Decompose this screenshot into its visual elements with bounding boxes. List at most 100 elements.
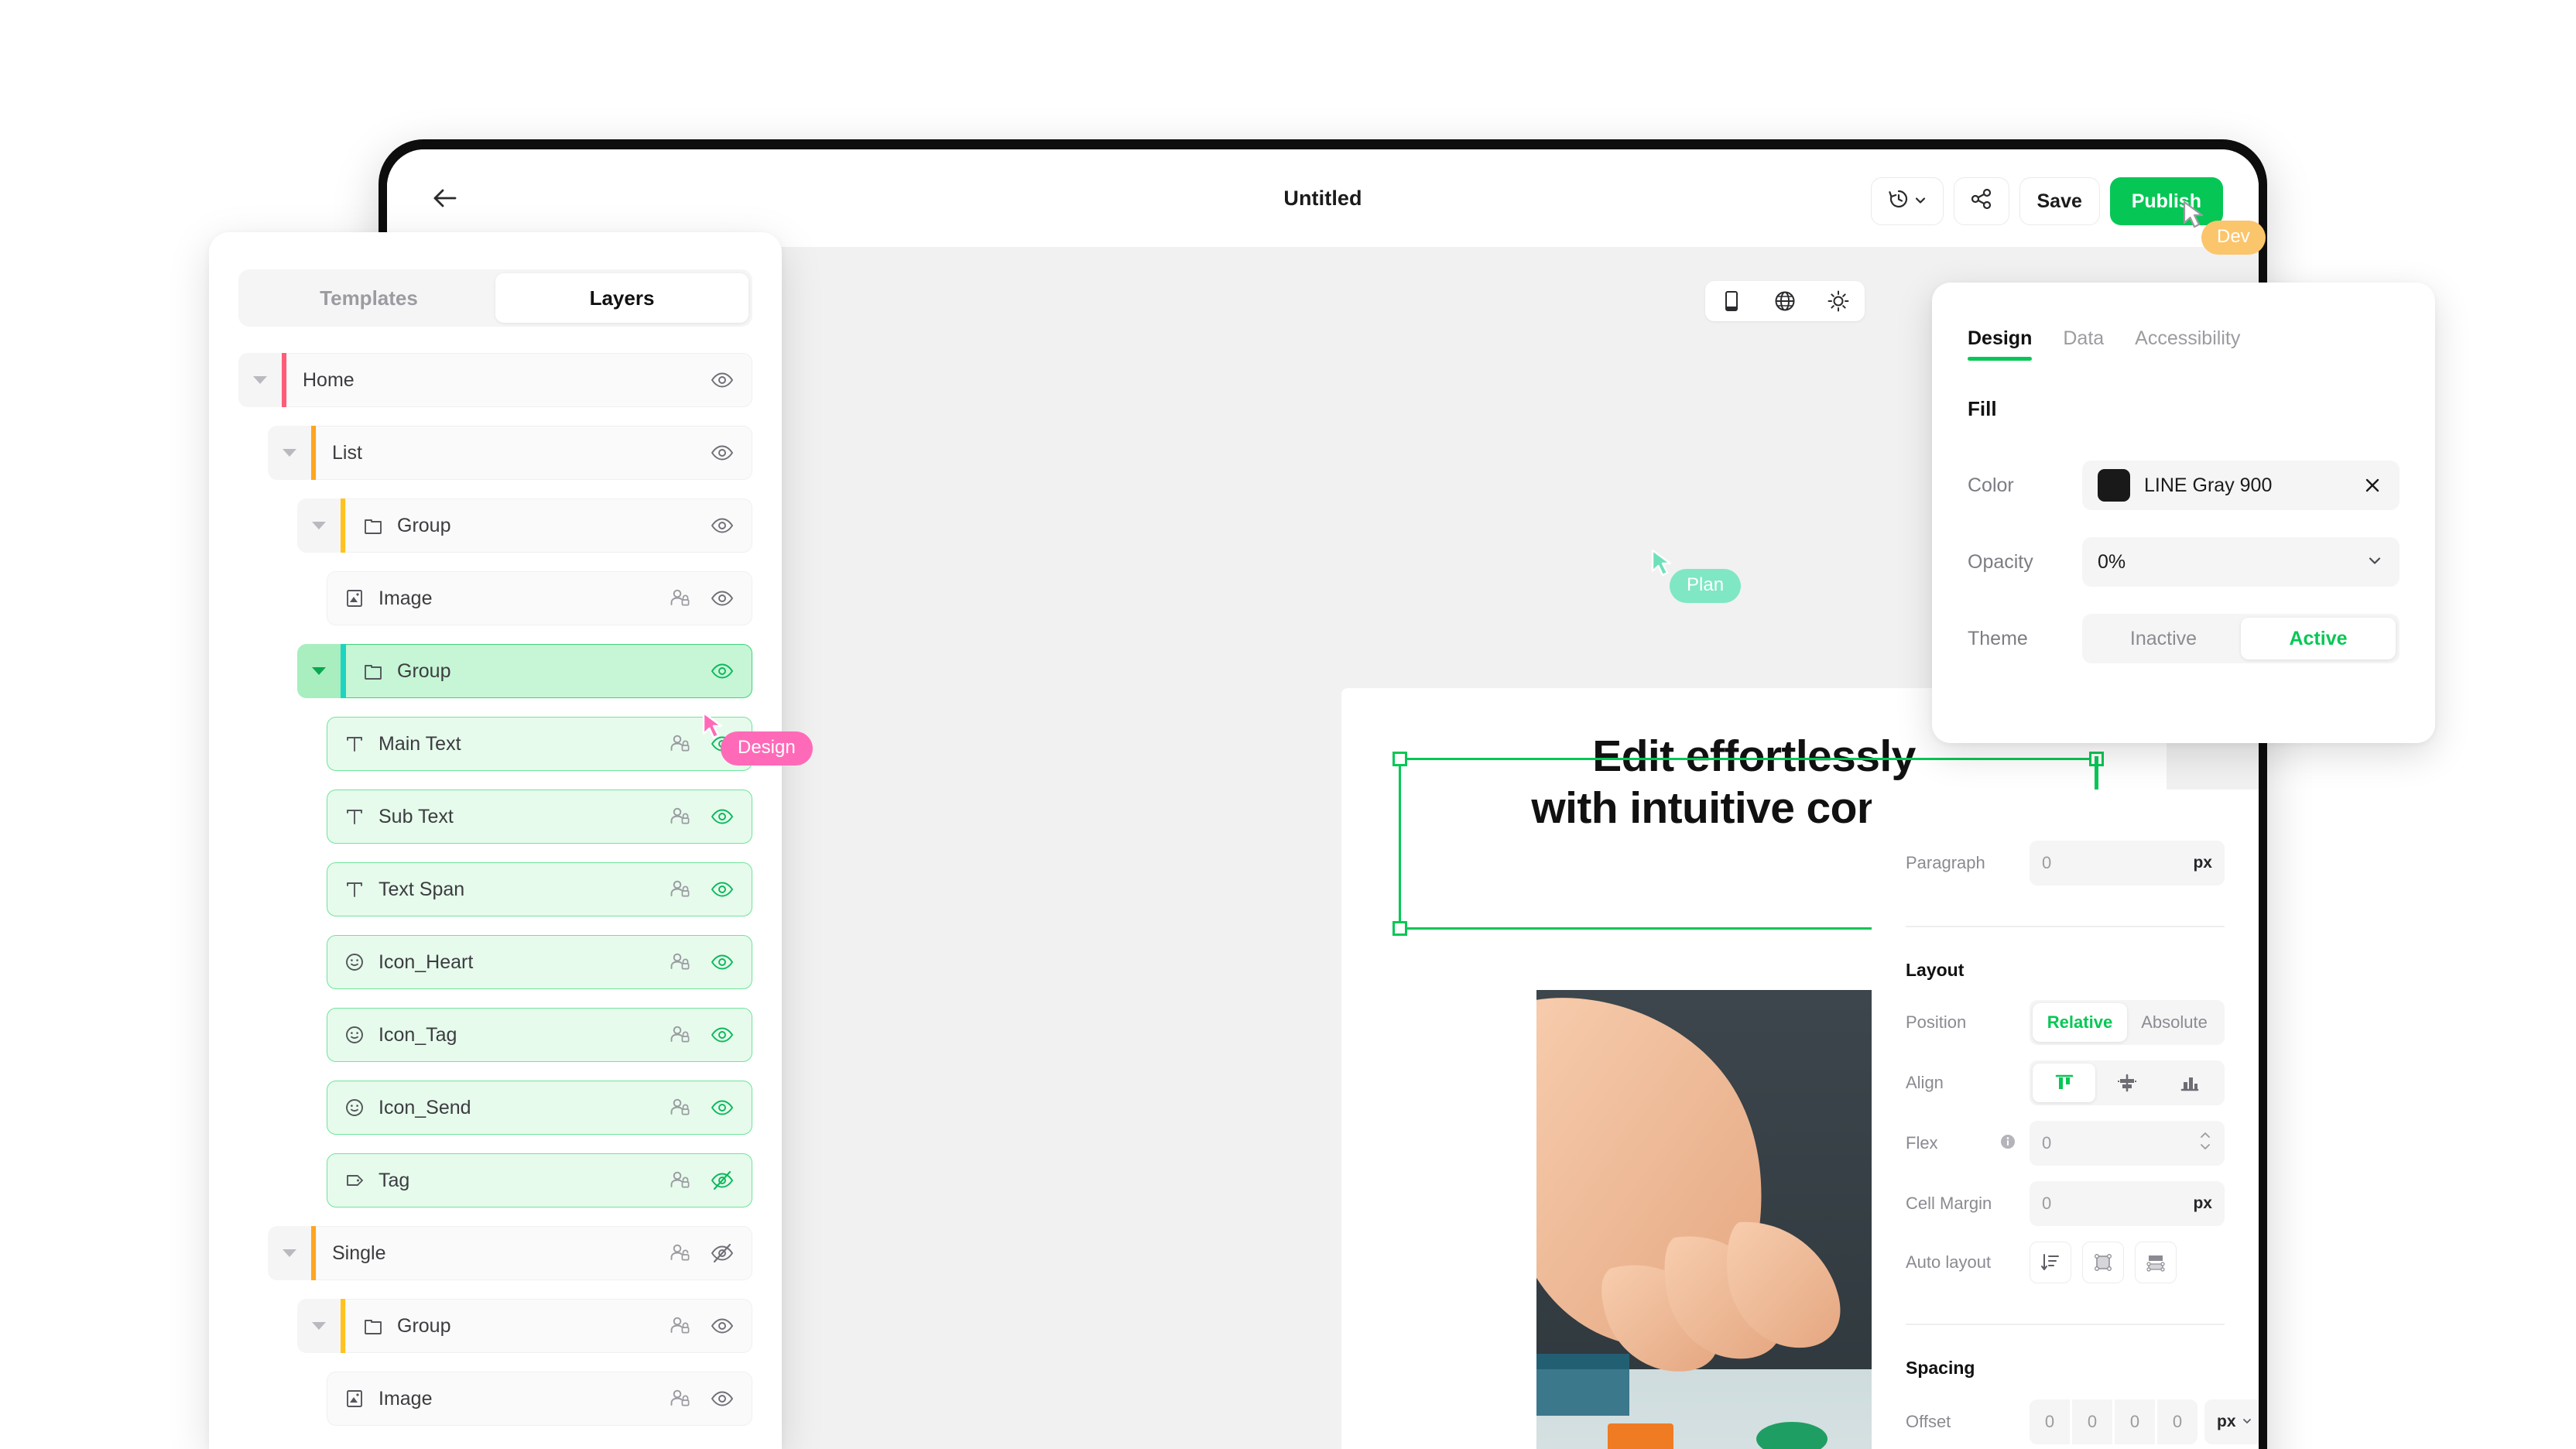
layer-row-list-1[interactable]: List: [268, 426, 752, 480]
save-button[interactable]: Save: [2019, 177, 2100, 225]
layer-row-body[interactable]: Icon_Send: [327, 1081, 752, 1135]
layer-row-sub-text-6[interactable]: Sub Text: [327, 790, 752, 844]
layer-disclosure-toggle[interactable]: [268, 426, 311, 480]
globe-icon[interactable]: [1769, 286, 1800, 317]
theme-option-inactive[interactable]: Inactive: [2086, 618, 2241, 659]
layer-row-body[interactable]: Icon_Heart: [327, 935, 752, 989]
cell-margin-field[interactable]: 0 px: [2030, 1181, 2225, 1226]
eye-icon[interactable]: [710, 586, 735, 611]
position-option-absolute[interactable]: Absolute: [2127, 1003, 2221, 1042]
user-lock-icon[interactable]: [670, 1095, 694, 1120]
layer-row-body[interactable]: Group: [345, 644, 752, 698]
list-flow-icon[interactable]: [2030, 1242, 2071, 1283]
eye-icon[interactable]: [710, 513, 735, 538]
tab-design[interactable]: Design: [1968, 327, 2033, 361]
eye-icon[interactable]: [710, 440, 735, 465]
flex-field[interactable]: 0: [2030, 1121, 2225, 1166]
layer-row-icon-send-10[interactable]: Icon_Send: [327, 1081, 752, 1135]
layer-disclosure-toggle[interactable]: [297, 498, 341, 553]
user-lock-icon[interactable]: [670, 877, 694, 902]
layer-row-body[interactable]: Single: [316, 1226, 752, 1280]
layer-row-tag-11[interactable]: Tag: [327, 1153, 752, 1208]
layer-row-image-14[interactable]: Image: [327, 1372, 752, 1426]
eye-icon[interactable]: [710, 950, 735, 975]
layer-row-body[interactable]: Group: [345, 1299, 752, 1353]
layer-row-body[interactable]: Group: [345, 498, 752, 553]
user-lock-icon[interactable]: [670, 1168, 694, 1193]
eye-off-icon[interactable]: [710, 1168, 735, 1193]
hug-contents-icon[interactable]: [2082, 1242, 2124, 1283]
layer-row-main-text-5[interactable]: Main Text: [327, 717, 752, 771]
history-button[interactable]: [1870, 177, 1944, 225]
design-properties-panel: Design Data Accessibility Fill Color LIN…: [1932, 283, 2435, 743]
layer-row-image-3[interactable]: Image: [327, 571, 752, 625]
layer-row-body[interactable]: Text Span: [327, 862, 752, 916]
opacity-field[interactable]: 0%: [2082, 537, 2400, 587]
sun-icon[interactable]: [1823, 286, 1854, 317]
user-lock-icon[interactable]: [670, 586, 694, 611]
user-lock-icon[interactable]: [670, 1314, 694, 1338]
stepper-icon[interactable]: [2198, 1127, 2212, 1160]
align-bottom-icon[interactable]: [2159, 1064, 2221, 1102]
position-option-relative[interactable]: Relative: [2033, 1003, 2127, 1042]
layer-row-body[interactable]: Home: [286, 353, 752, 407]
eye-icon[interactable]: [710, 1314, 735, 1338]
eye-icon[interactable]: [710, 877, 735, 902]
eye-icon[interactable]: [710, 659, 735, 683]
user-lock-icon[interactable]: [670, 1386, 694, 1411]
layer-row-body[interactable]: Image: [327, 1372, 752, 1426]
user-lock-icon[interactable]: [670, 804, 694, 829]
layer-row-body[interactable]: Sub Text: [327, 790, 752, 844]
layer-row-text-span-7[interactable]: Text Span: [327, 862, 752, 916]
align-top-icon[interactable]: [2033, 1064, 2096, 1102]
eye-icon[interactable]: [710, 368, 735, 392]
offset-unit-select[interactable]: px: [2204, 1399, 2259, 1444]
layer-row-body[interactable]: Main Text: [327, 717, 752, 771]
mobile-device-icon[interactable]: [1716, 286, 1747, 317]
tab-layers[interactable]: Layers: [495, 273, 748, 323]
eye-icon[interactable]: [710, 1023, 735, 1047]
layer-row-group-4[interactable]: Group: [297, 644, 752, 698]
layer-disclosure-toggle[interactable]: [268, 1226, 311, 1280]
offset-bottom-input[interactable]: 0: [2072, 1399, 2112, 1444]
view-mode-toolbar[interactable]: [1705, 281, 1865, 321]
layer-disclosure-toggle[interactable]: [297, 644, 341, 698]
eye-off-icon[interactable]: [710, 1241, 735, 1266]
layer-row-body[interactable]: Icon_Tag: [327, 1008, 752, 1062]
layer-row-single-12[interactable]: Single: [268, 1226, 752, 1280]
layer-row-body[interactable]: Image: [327, 571, 752, 625]
info-icon[interactable]: [1999, 1132, 2030, 1155]
layer-row-body[interactable]: List: [316, 426, 752, 480]
layer-row-body[interactable]: Tag: [327, 1153, 752, 1208]
auto-layout-row: Auto layout: [1906, 1242, 2225, 1283]
fill-container-icon[interactable]: [2135, 1242, 2177, 1283]
offset-top-input[interactable]: 0: [2030, 1399, 2070, 1444]
layer-row-group-13[interactable]: Group: [297, 1299, 752, 1353]
eye-icon[interactable]: [710, 1386, 735, 1411]
chevron-down-icon[interactable]: [2365, 551, 2384, 574]
share-button[interactable]: [1953, 177, 2009, 225]
user-lock-icon[interactable]: [670, 1241, 694, 1266]
user-lock-icon[interactable]: [670, 1023, 694, 1047]
layer-row-icon-tag-9[interactable]: Icon_Tag: [327, 1008, 752, 1062]
layer-disclosure-toggle[interactable]: [238, 353, 282, 407]
eye-icon[interactable]: [710, 1095, 735, 1120]
eye-icon[interactable]: [710, 804, 735, 829]
align-middle-icon[interactable]: [2095, 1064, 2158, 1102]
tab-templates[interactable]: Templates: [242, 273, 495, 323]
layer-row-group-2[interactable]: Group: [297, 498, 752, 553]
color-field[interactable]: LINE Gray 900: [2082, 461, 2400, 510]
offset-left-input[interactable]: 0: [2115, 1399, 2155, 1444]
layer-row-home-0[interactable]: Home: [238, 353, 752, 407]
close-icon[interactable]: [2361, 474, 2384, 497]
layer-disclosure-toggle[interactable]: [297, 1299, 341, 1353]
paragraph-field[interactable]: 0 px: [2030, 841, 2225, 886]
tab-data[interactable]: Data: [2063, 327, 2104, 361]
offset-right-input[interactable]: 0: [2157, 1399, 2197, 1444]
user-lock-icon[interactable]: [670, 950, 694, 975]
user-lock-icon[interactable]: [670, 731, 694, 756]
theme-option-active[interactable]: Active: [2241, 618, 2396, 659]
tab-accessibility[interactable]: Accessibility: [2135, 327, 2240, 361]
layer-row-icon-heart-8[interactable]: Icon_Heart: [327, 935, 752, 989]
color-swatch[interactable]: [2098, 469, 2130, 502]
